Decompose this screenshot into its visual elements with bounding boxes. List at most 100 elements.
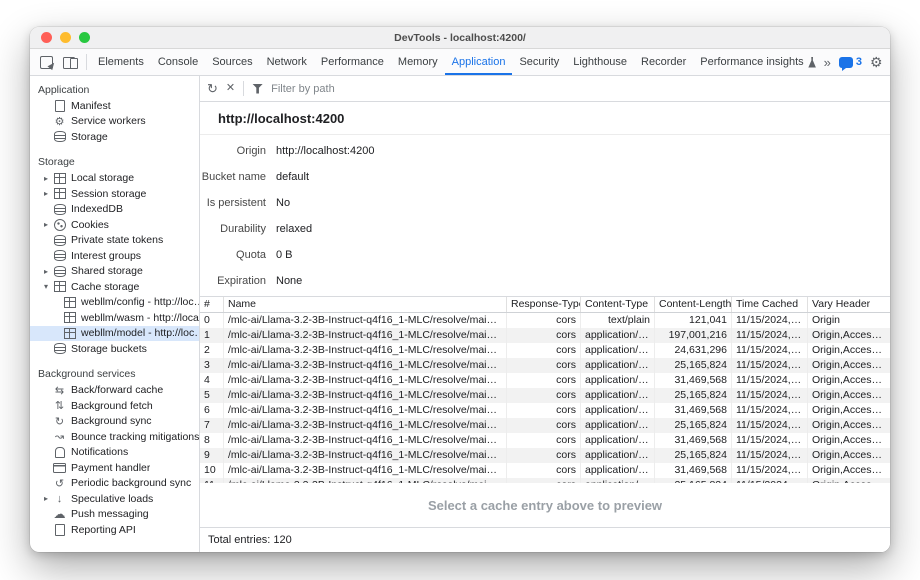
gear-icon[interactable] [870,54,883,71]
sidebar-item-webllm-wasm[interactable]: webllm/wasm - http://loca… [30,310,199,326]
metadata-row: Durability relaxed [200,216,890,242]
filter-funnel-icon [252,84,263,94]
sidebar-item-session-storage[interactable]: Session storage [30,186,199,202]
sidebar-item-payment-handler[interactable]: Payment handler [30,460,199,476]
sidebar-item-background-sync[interactable]: Background sync [30,414,199,430]
sidebar-item-indexeddb[interactable]: IndexedDB [30,202,199,218]
cell-response-type: cors [507,358,581,373]
tab-network[interactable]: Network [260,49,314,75]
more-tabs-icon[interactable] [824,55,831,70]
cell-index: 9 [200,448,224,463]
sidebar-item-cookies[interactable]: Cookies [30,217,199,233]
sidebar-item-webllm-config[interactable]: webllm/config - http://loc… [30,295,199,311]
zoom-button[interactable] [79,32,90,43]
cell-content-length: 25,165,824 [655,448,732,463]
column-header-vary-header[interactable]: Vary Header [808,297,890,312]
application-panel-body: Application Manifest Service workers Sto… [30,76,890,552]
column-header-content-length[interactable]: Content-Length [655,297,732,312]
column-header-content-type[interactable]: Content-Type [581,297,655,312]
cache-entry-row[interactable]: 4 /mlc-ai/Llama-3.2-3B-Instruct-q4f16_1-… [200,373,890,388]
cache-entry-row[interactable]: 6 /mlc-ai/Llama-3.2-3B-Instruct-q4f16_1-… [200,403,890,418]
tab-recorder[interactable]: Recorder [634,49,693,75]
chevron-right-icon[interactable] [39,189,53,198]
sidebar-item-bounce-tracking-mitigations[interactable]: Bounce tracking mitigations [30,429,199,445]
sidebar-item-service-workers[interactable]: Service workers [30,114,199,130]
cell-content-length: 25,165,824 [655,388,732,403]
sidebar-item-cache-storage[interactable]: Cache storage [30,279,199,295]
cell-content-type: text/plain [581,313,655,328]
filter-input[interactable] [271,83,883,95]
sidebar-item-interest-groups[interactable]: Interest groups [30,248,199,264]
sidebar-item-storage[interactable]: Storage [30,129,199,145]
section-title: Application [30,81,199,98]
database-icon [53,234,66,247]
sidebar-item-speculative-loads[interactable]: Speculative loads [30,491,199,507]
tab-lighthouse[interactable]: Lighthouse [566,49,634,75]
device-toolbar-icon[interactable] [63,55,78,69]
column-header-index[interactable]: # [200,297,224,312]
tab-application[interactable]: Application [445,49,513,75]
cache-entry-row[interactable]: 10 /mlc-ai/Llama-3.2-3B-Instruct-q4f16_1… [200,463,890,478]
cell-time-cached: 11/15/2024, 10… [732,433,808,448]
sidebar-item-back-forward-cache[interactable]: Back/forward cache [30,383,199,399]
chevron-right-icon[interactable] [39,494,53,503]
metadata-label: Durability [200,223,266,235]
column-header-name[interactable]: Name [224,297,507,312]
column-header-response-type[interactable]: Response-Type [507,297,581,312]
tab-console[interactable]: Console [151,49,205,75]
chevron-right-icon[interactable] [39,220,53,229]
cell-response-type: cors [507,373,581,388]
section-title: Storage [30,154,199,171]
sidebar-item-private-state-tokens[interactable]: Private state tokens [30,233,199,249]
inspect-icon[interactable] [40,55,55,69]
metadata-row: Expiration None [200,268,890,294]
table-icon [53,280,66,293]
window-titlebar: DevTools - localhost:4200/ [30,27,890,49]
sidebar-item-push-messaging[interactable]: Push messaging [30,507,199,523]
table-icon [63,296,76,309]
chevron-right-icon[interactable] [39,267,53,276]
cell-index: 6 [200,403,224,418]
cache-entry-row[interactable]: 9 /mlc-ai/Llama-3.2-3B-Instruct-q4f16_1-… [200,448,890,463]
cell-index: 2 [200,343,224,358]
window-title: DevTools - localhost:4200/ [394,32,526,44]
cache-entry-row[interactable]: 8 /mlc-ai/Llama-3.2-3B-Instruct-q4f16_1-… [200,433,890,448]
sidebar-item-notifications[interactable]: Notifications [30,445,199,461]
cell-vary-header: Origin,Access… [808,388,890,403]
tab-performance-insights[interactable]: Performance insights [693,49,823,75]
cell-time-cached: 11/15/2024, 10… [732,403,808,418]
status-bar: Total entries: 120 [200,527,890,552]
toolbar-divider [243,81,244,96]
cache-entry-row[interactable]: 1 /mlc-ai/Llama-3.2-3B-Instruct-q4f16_1-… [200,328,890,343]
sidebar-item-storage-buckets[interactable]: Storage buckets [30,341,199,357]
ai-chat-badge[interactable]: 3 [839,56,862,68]
tab-security[interactable]: Security [512,49,566,75]
metadata-value: relaxed [276,223,312,235]
sidebar-item-background-fetch[interactable]: Background fetch [30,398,199,414]
sidebar-item-manifest[interactable]: Manifest [30,98,199,114]
sidebar-item-webllm-model[interactable]: webllm/model - http://loc… [30,326,199,342]
cache-entry-row[interactable]: 7 /mlc-ai/Llama-3.2-3B-Instruct-q4f16_1-… [200,418,890,433]
tab-memory[interactable]: Memory [391,49,445,75]
refresh-icon[interactable]: ↻ [207,82,218,95]
close-button[interactable] [41,32,52,43]
column-header-time-cached[interactable]: Time Cached [732,297,808,312]
cell-name: /mlc-ai/Llama-3.2-3B-Instruct-q4f16_1-ML… [224,418,507,433]
cache-entry-row[interactable]: 0 /mlc-ai/Llama-3.2-3B-Instruct-q4f16_1-… [200,313,890,328]
tab-performance[interactable]: Performance [314,49,391,75]
sidebar-item-local-storage[interactable]: Local storage [30,171,199,187]
tab-elements[interactable]: Elements [91,49,151,75]
cache-entry-row[interactable]: 3 /mlc-ai/Llama-3.2-3B-Instruct-q4f16_1-… [200,358,890,373]
sidebar-item-shared-storage[interactable]: Shared storage [30,264,199,280]
sidebar-item-periodic-background-sync[interactable]: Periodic background sync [30,476,199,492]
cache-entry-row[interactable]: 2 /mlc-ai/Llama-3.2-3B-Instruct-q4f16_1-… [200,343,890,358]
delete-icon[interactable]: ✕ [226,83,235,94]
minimize-button[interactable] [60,32,71,43]
chevron-right-icon[interactable] [39,174,53,183]
tab-sources[interactable]: Sources [205,49,259,75]
sidebar-item-reporting-api[interactable]: Reporting API [30,522,199,538]
cell-content-length: 31,469,568 [655,403,732,418]
cache-entries-table: # Name Response-Type Content-Type Conten… [200,296,890,483]
chevron-down-icon[interactable] [39,282,53,291]
cache-entry-row[interactable]: 5 /mlc-ai/Llama-3.2-3B-Instruct-q4f16_1-… [200,388,890,403]
